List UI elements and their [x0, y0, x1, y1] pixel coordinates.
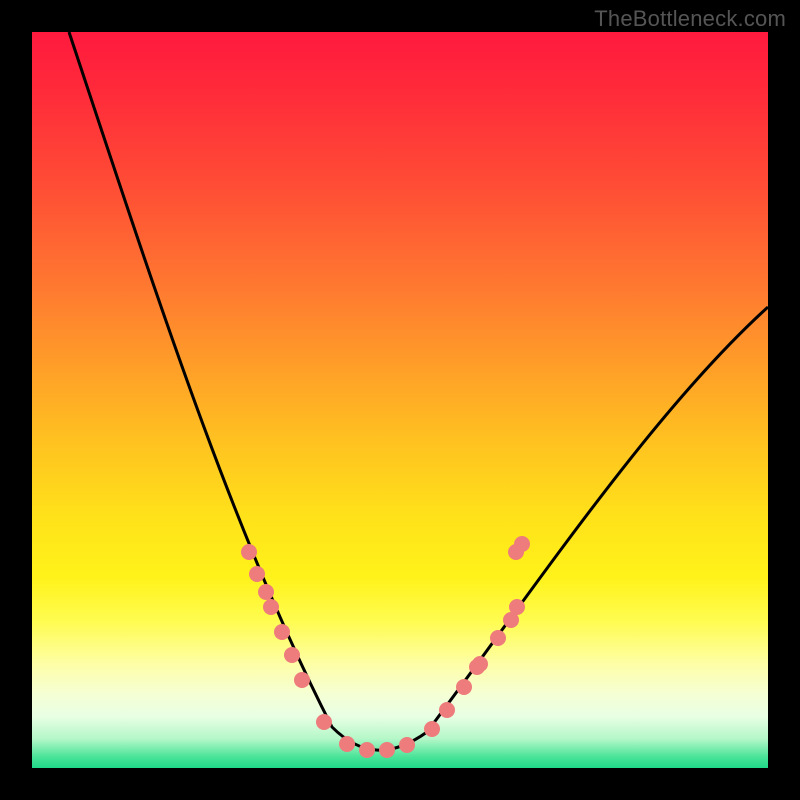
data-point — [263, 599, 279, 615]
data-point — [509, 599, 525, 615]
data-point — [294, 672, 310, 688]
data-point — [359, 742, 375, 758]
data-point — [399, 737, 415, 753]
data-point — [258, 584, 274, 600]
chart-svg — [32, 32, 768, 768]
data-point — [249, 566, 265, 582]
data-point — [439, 702, 455, 718]
watermark-text: TheBottleneck.com — [594, 6, 786, 32]
chart-frame — [32, 32, 768, 768]
data-point — [339, 736, 355, 752]
bottleneck-curve — [69, 32, 768, 750]
data-point — [469, 659, 485, 675]
data-point — [424, 721, 440, 737]
data-point — [284, 647, 300, 663]
data-point — [379, 742, 395, 758]
data-point — [241, 544, 257, 560]
data-point — [490, 630, 506, 646]
data-point — [456, 679, 472, 695]
data-point — [514, 536, 530, 552]
data-point-group — [241, 536, 530, 758]
data-point — [316, 714, 332, 730]
data-point — [274, 624, 290, 640]
